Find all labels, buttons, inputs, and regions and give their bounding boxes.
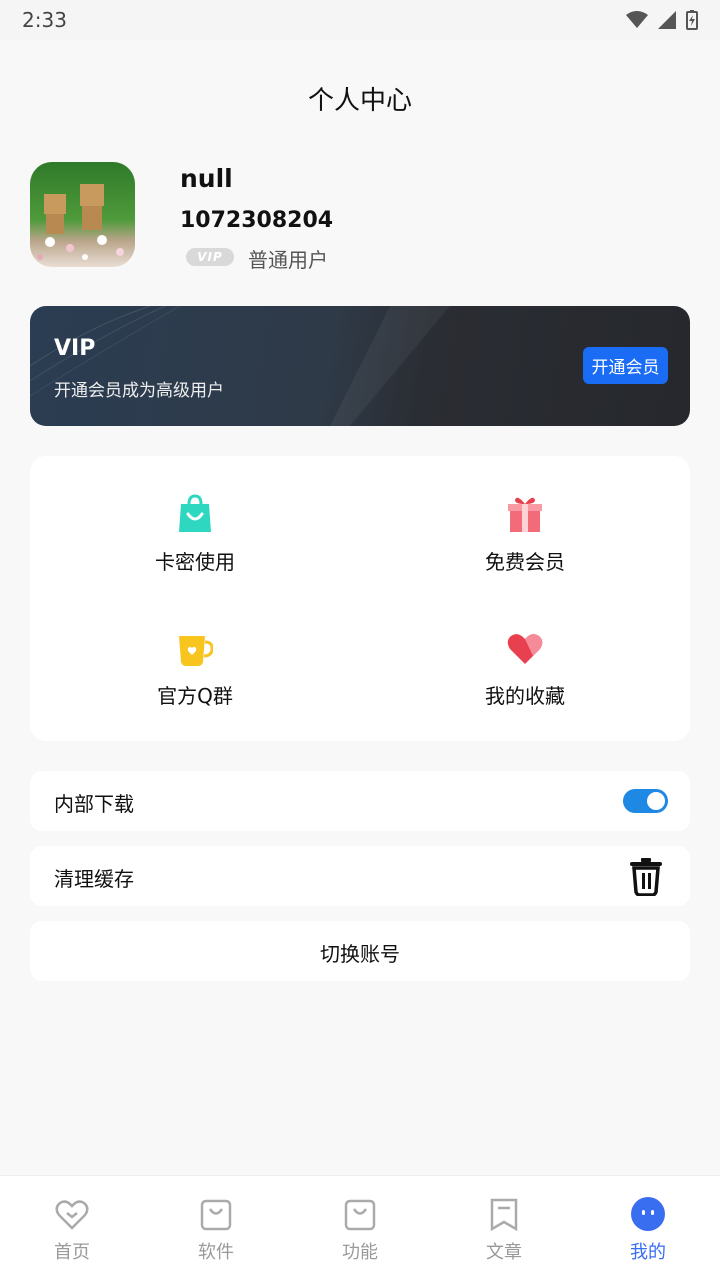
tab-features[interactable]: 功能: [288, 1176, 432, 1280]
tab-label: 首页: [54, 1242, 90, 1263]
bag-outline-icon: [344, 1199, 376, 1231]
clear-cache-row[interactable]: 清理缓存: [30, 846, 690, 906]
grid-item-favorites[interactable]: 我的收藏: [425, 628, 625, 728]
grid-item-label: 我的收藏: [485, 684, 565, 708]
bag-outline-icon: [200, 1199, 232, 1231]
vip-card[interactable]: VIP 开通会员成为高级用户 开通会员: [30, 306, 690, 426]
feature-grid: 卡密使用 免费会员 官方Q群 我的收藏: [30, 456, 690, 741]
tab-mine[interactable]: 我的: [576, 1176, 720, 1280]
clear-cache-label: 清理缓存: [54, 867, 134, 891]
vip-badge: VIP: [186, 248, 234, 266]
switch-account-button[interactable]: 切换账号: [30, 921, 690, 981]
grid-item-official-group[interactable]: 官方Q群: [95, 628, 295, 728]
gift-icon: [508, 497, 542, 532]
tab-articles[interactable]: 文章: [432, 1176, 576, 1280]
vip-title: VIP: [54, 336, 96, 361]
grid-item-label: 官方Q群: [157, 684, 233, 708]
grid-item-free-vip[interactable]: 免费会员: [425, 494, 625, 594]
tab-software[interactable]: 软件: [144, 1176, 288, 1280]
face-icon: [631, 1197, 665, 1231]
user-id: 1072308204: [180, 208, 334, 233]
heart-outline-icon: [55, 1200, 89, 1230]
switch-account-label: 切换账号: [320, 942, 400, 966]
status-icons: [626, 10, 698, 30]
wifi-icon: [626, 11, 648, 28]
status-bar: 2:33: [0, 0, 720, 40]
heart-icon: [507, 634, 543, 664]
open-membership-button[interactable]: 开通会员: [583, 347, 668, 384]
status-time: 2:33: [22, 8, 67, 32]
user-name: null: [180, 164, 233, 193]
shopping-bag-icon: [179, 494, 211, 532]
internal-download-label: 内部下载: [54, 792, 134, 816]
profile-section: null 1072308204 VIP 普通用户: [30, 162, 690, 272]
grid-item-label: 免费会员: [485, 550, 565, 574]
grid-item-label: 卡密使用: [155, 550, 235, 574]
vip-subtitle: 开通会员成为高级用户: [54, 381, 224, 401]
battery-icon: [686, 10, 698, 30]
internal-download-toggle[interactable]: [623, 789, 668, 813]
bookmark-outline-icon: [490, 1198, 518, 1232]
trash-icon[interactable]: [628, 856, 664, 896]
signal-icon: [658, 11, 676, 29]
grid-item-card-code[interactable]: 卡密使用: [95, 494, 295, 594]
tab-label: 文章: [486, 1242, 522, 1263]
toggle-knob: [647, 792, 665, 810]
tab-label: 我的: [630, 1242, 666, 1263]
tab-home[interactable]: 首页: [0, 1176, 144, 1280]
avatar[interactable]: [30, 162, 135, 267]
internal-download-row: 内部下载: [30, 771, 690, 831]
bottom-tab-bar: 首页 软件 功能 文章 我的: [0, 1175, 720, 1280]
user-level: 普通用户: [248, 248, 328, 272]
tab-label: 软件: [198, 1242, 234, 1263]
cup-icon: [179, 636, 213, 666]
tab-label: 功能: [342, 1242, 378, 1263]
page-title: 个人中心: [307, 86, 412, 116]
